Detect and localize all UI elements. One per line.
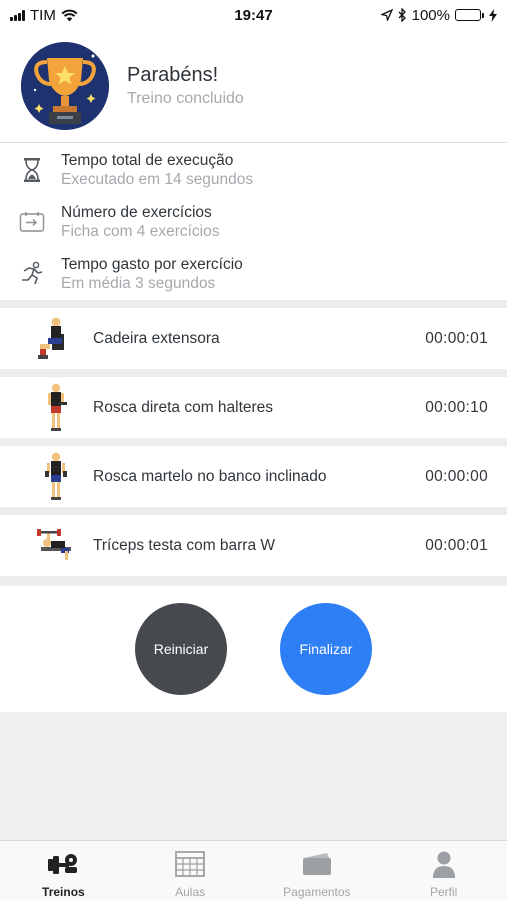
exercise-row[interactable]: Rosca direta com halteres 00:00:10 — [0, 377, 507, 438]
stat-subtitle: Ficha com 4 exercícios — [61, 223, 220, 240]
exercise-time: 00:00:10 — [425, 398, 488, 416]
exercise-name: Tríceps testa com barra W — [93, 536, 276, 554]
stat-title: Tempo gasto por exercício — [61, 256, 243, 273]
tab-label: Aulas — [175, 885, 206, 899]
exercise-illustration — [36, 383, 76, 433]
stat-title: Número de exercícios — [61, 204, 212, 221]
header-subtitle: Treino concluido — [127, 90, 244, 107]
exercise-time: 00:00:01 — [425, 329, 488, 347]
completion-header: Parabéns! Treino concluido — [0, 30, 507, 143]
stat-exercise-count: Número de exercícios Ficha com 4 exercíc… — [0, 196, 507, 248]
trophy-icon — [21, 42, 109, 130]
section-divider — [0, 576, 507, 586]
carrier-label: TIM — [30, 6, 56, 24]
tab-label: Treinos — [42, 885, 85, 899]
exercise-name: Rosca direta com halteres — [93, 398, 274, 416]
charging-icon — [489, 8, 497, 22]
stat-total-time: Tempo total de execução Executado em 14 … — [0, 144, 507, 196]
hourglass-icon — [18, 156, 46, 184]
tab-perfil[interactable]: Perfil — [380, 841, 507, 900]
location-icon — [380, 9, 393, 21]
exercise-name: Cadeira extensora — [93, 329, 220, 347]
exercise-card-icon — [18, 208, 46, 236]
battery-percent: 100% — [411, 6, 450, 24]
tab-pagamentos[interactable]: Pagamentos — [254, 841, 381, 900]
section-divider — [0, 300, 507, 308]
exercise-row[interactable]: Cadeira extensora 00:00:01 — [0, 308, 507, 369]
bluetooth-icon — [398, 8, 406, 22]
tab-label: Perfil — [429, 885, 458, 899]
workout-stats: Tempo total de execução Executado em 14 … — [0, 144, 507, 300]
person-icon — [432, 849, 456, 879]
exercise-illustration — [36, 314, 76, 364]
wallet-icon — [301, 849, 333, 879]
status-left: TIM — [10, 7, 78, 24]
actions-panel: Reiniciar Finalizar — [0, 586, 507, 712]
row-divider — [0, 507, 507, 515]
exercise-row[interactable]: Tríceps testa com barra W 00:00:01 — [0, 515, 507, 576]
exercise-name: Rosca martelo no banco inclinado — [93, 467, 327, 485]
exercise-time: 00:00:01 — [425, 536, 488, 554]
restart-button[interactable]: Reiniciar — [135, 603, 227, 695]
exercise-illustration — [36, 452, 76, 502]
exercise-time: 00:00:00 — [425, 467, 488, 485]
calendar-icon — [175, 849, 206, 879]
stat-time-per-exercise: Tempo gasto por exercício Em média 3 seg… — [0, 248, 507, 300]
stat-title: Tempo total de execução — [61, 152, 234, 169]
wifi-icon — [61, 9, 78, 21]
runner-icon — [18, 260, 46, 288]
stat-subtitle: Executado em 14 segundos — [61, 171, 254, 188]
tab-label: Pagamentos — [283, 885, 351, 899]
stat-subtitle: Em média 3 segundos — [61, 275, 216, 292]
tab-treinos[interactable]: Treinos — [0, 841, 127, 900]
dumbbell-icon — [47, 849, 79, 879]
row-divider — [0, 438, 507, 446]
battery-icon — [455, 9, 484, 21]
exercise-row[interactable]: Rosca martelo no banco inclinado 00:00:0… — [0, 446, 507, 507]
exercise-illustration — [36, 521, 76, 571]
finish-button[interactable]: Finalizar — [280, 603, 372, 695]
signal-icon — [10, 9, 25, 21]
empty-area — [0, 712, 507, 840]
tab-aulas[interactable]: Aulas — [127, 841, 254, 900]
status-bar: TIM 19:47 100% — [0, 0, 507, 30]
status-right: 100% — [380, 6, 497, 24]
header-title: Parabéns! — [127, 64, 219, 86]
row-divider — [0, 369, 507, 377]
tab-bar: Treinos Aulas Pagamentos Perfil — [0, 840, 507, 900]
